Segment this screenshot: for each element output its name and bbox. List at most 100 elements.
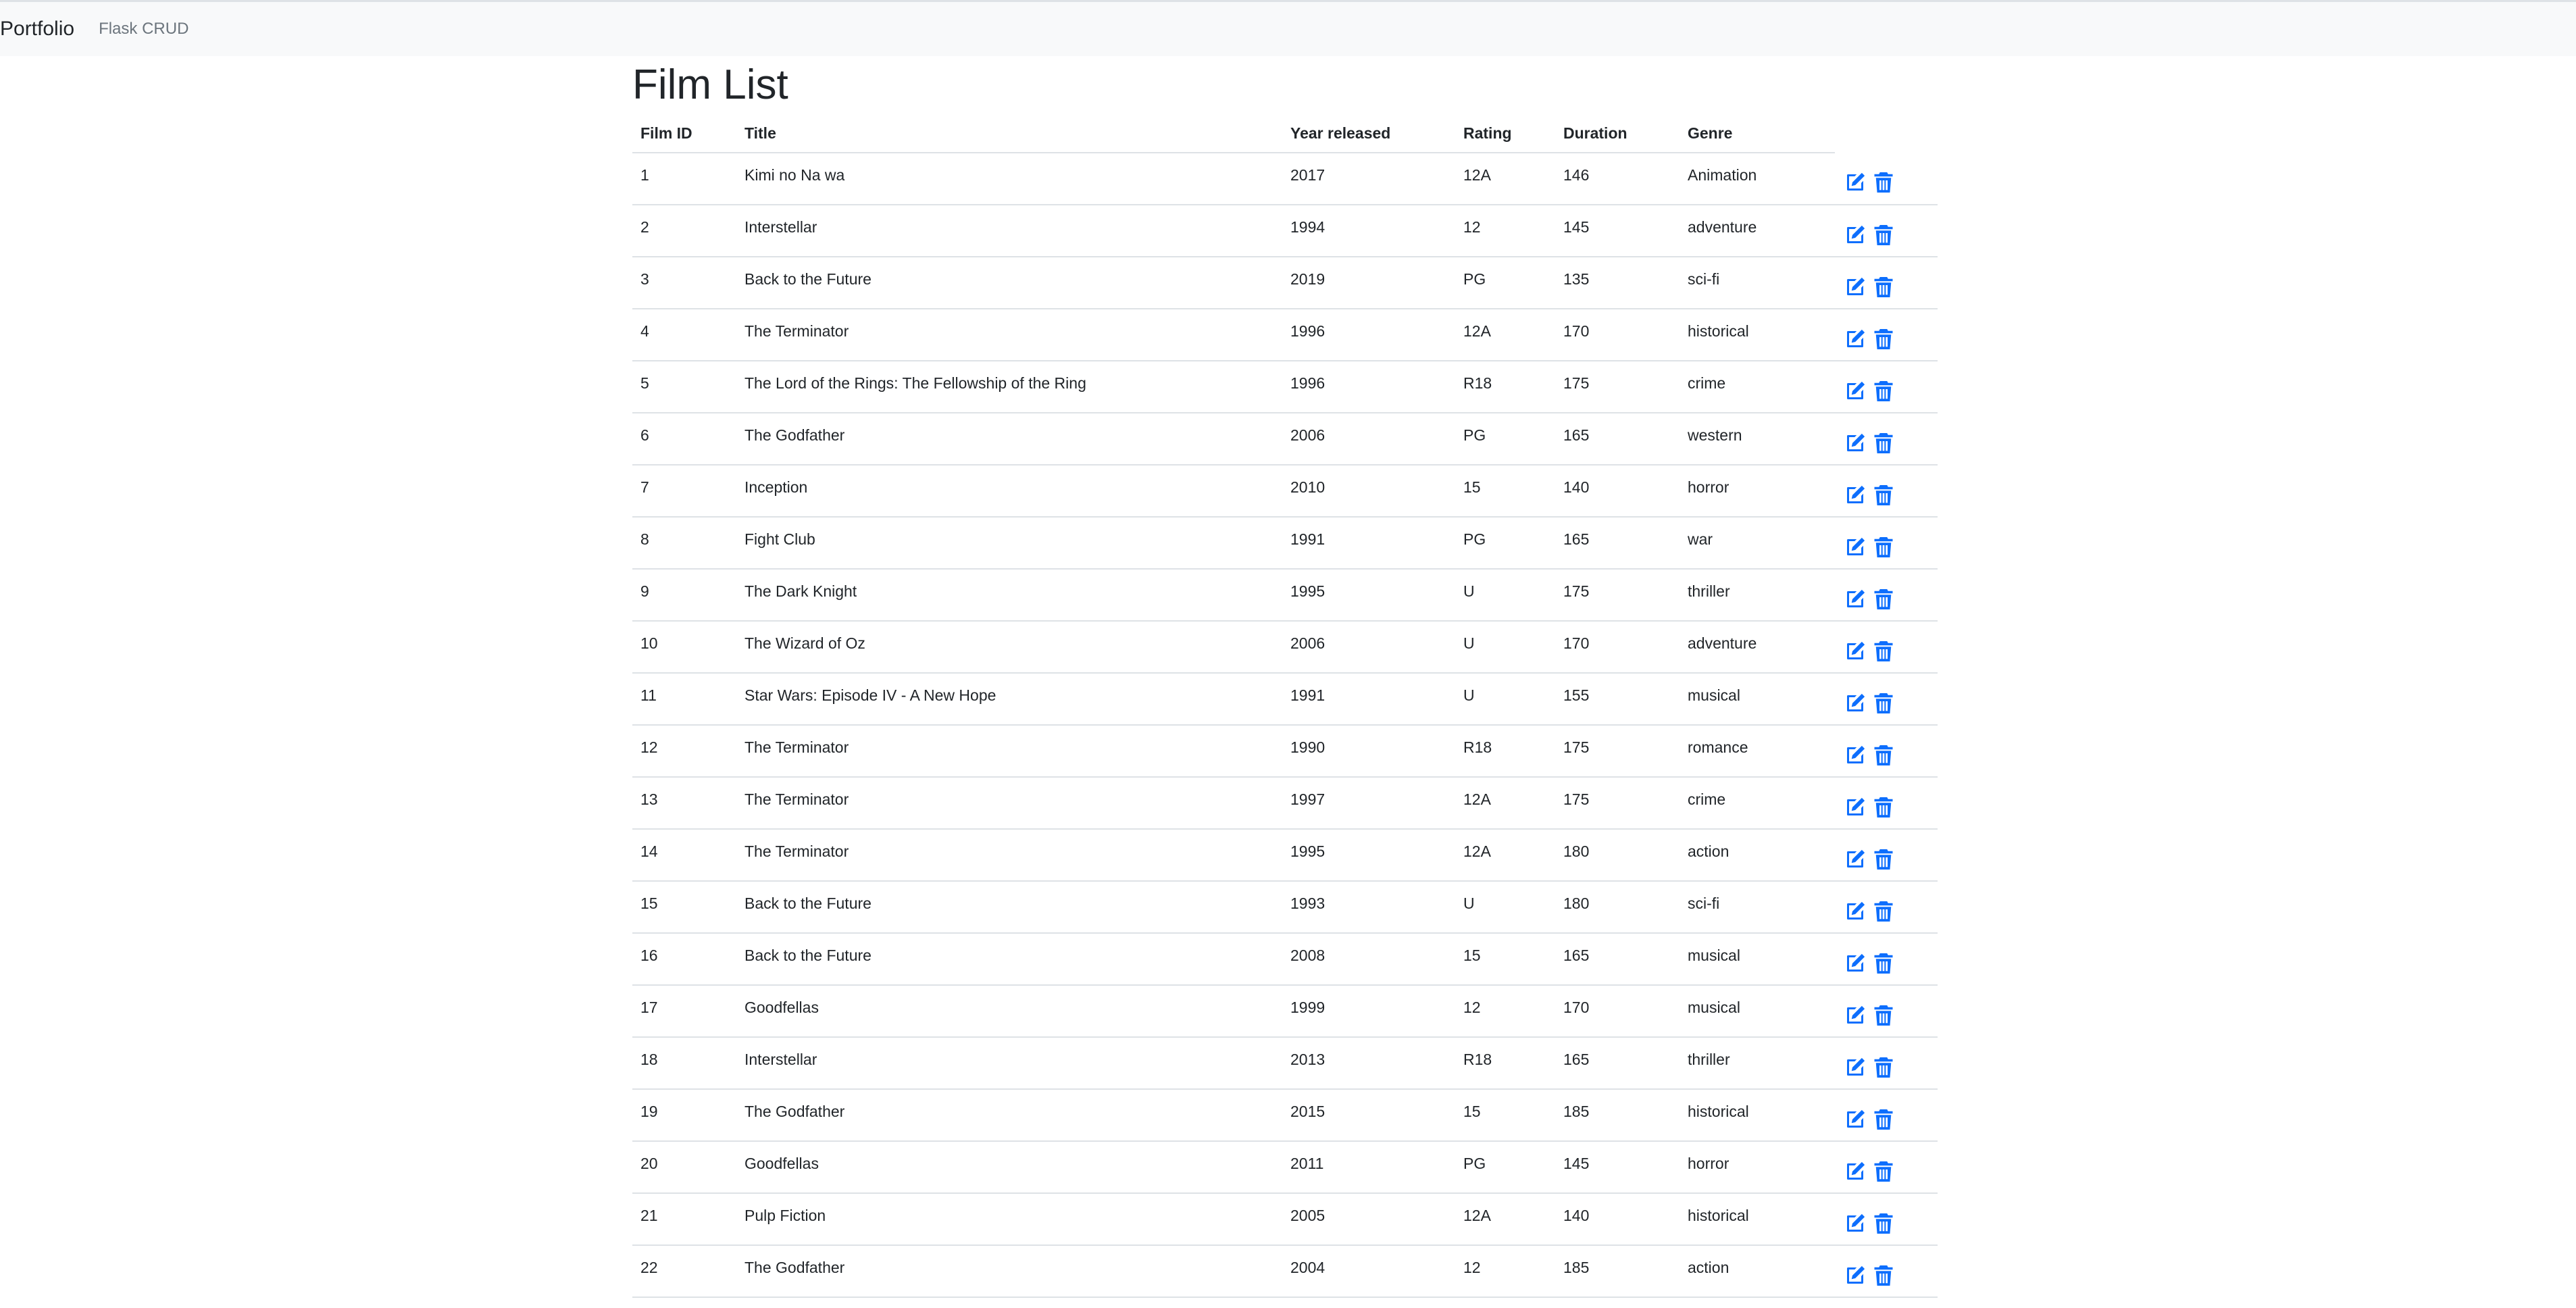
edit-icon[interactable] [1843,951,1867,976]
edit-icon[interactable] [1843,1003,1867,1028]
edit-icon[interactable] [1843,431,1867,455]
trash-icon[interactable] [1871,1003,1896,1028]
cell-genre: adventure [1680,205,1835,258]
page-title: Film List [632,61,788,108]
cell-title: The Godfather [736,1245,1282,1299]
cell-year-released: 1991 [1282,673,1455,726]
cell-genre: historical [1680,1193,1835,1247]
table-row: 7 Inception 2010 15 140 horror [632,465,1938,518]
main-content: Film List Film ID Title Year released Ra… [632,56,1946,1299]
edit-icon[interactable] [1843,587,1867,611]
edit-icon[interactable] [1843,1159,1867,1184]
trash-icon[interactable] [1871,847,1896,872]
trash-icon[interactable] [1871,1055,1896,1080]
edit-icon[interactable] [1843,379,1867,403]
edit-icon[interactable] [1843,1055,1867,1080]
trash-icon[interactable] [1871,431,1896,455]
edit-icon[interactable] [1843,691,1867,715]
edit-icon[interactable] [1843,483,1867,507]
cell-year-released: 1994 [1282,205,1455,258]
table-row: 19 The Godfather 2015 15 185 historical [632,1089,1938,1142]
cell-genre: adventure [1680,621,1835,674]
table-row: 10 The Wizard of Oz 2006 U 170 adventure [632,621,1938,674]
trash-icon[interactable] [1871,639,1896,663]
edit-icon[interactable] [1843,847,1867,872]
edit-icon[interactable] [1843,795,1867,820]
cell-rating: PG [1455,257,1555,310]
cell-year-released: 1996 [1282,309,1455,362]
trash-icon[interactable] [1871,795,1896,820]
trash-icon[interactable] [1871,1159,1896,1184]
trash-icon[interactable] [1871,743,1896,768]
cell-genre: sci-fi [1680,257,1835,310]
edit-icon[interactable] [1843,327,1867,351]
trash-icon[interactable] [1871,691,1896,715]
navbar-brand[interactable]: Portfolio [0,19,74,39]
edit-icon[interactable] [1843,170,1867,195]
row-actions [1835,361,1938,414]
trash-icon[interactable] [1871,587,1896,611]
cell-duration: 145 [1555,1141,1680,1194]
table-row: 20 Goodfellas 2011 PG 145 horror [632,1141,1938,1194]
cell-year-released: 1995 [1282,569,1455,622]
table-row: 22 The Godfather 2004 12 185 action [632,1245,1938,1299]
cell-title: The Lord of the Rings: The Fellowship of… [736,361,1282,414]
table-row: 15 Back to the Future 1993 U 180 sci-fi [632,881,1938,934]
row-actions [1835,933,1938,986]
trash-icon[interactable] [1871,1263,1896,1288]
edit-icon[interactable] [1843,1263,1867,1288]
cell-rating: PG [1455,413,1555,466]
cell-film-id: 15 [632,881,736,934]
trash-icon[interactable] [1871,951,1896,976]
trash-icon[interactable] [1871,483,1896,507]
trash-icon[interactable] [1871,170,1896,195]
trash-icon[interactable] [1871,899,1896,924]
row-actions [1835,1141,1938,1194]
cell-film-id: 4 [632,309,736,362]
edit-icon[interactable] [1843,1107,1867,1132]
cell-year-released: 2015 [1282,1089,1455,1142]
cell-film-id: 10 [632,621,736,674]
cell-rating: R18 [1455,725,1555,778]
cell-genre: crime [1680,777,1835,830]
cell-rating: 12A [1455,829,1555,882]
edit-icon[interactable] [1843,535,1867,559]
row-actions [1835,1089,1938,1142]
cell-rating: 12A [1455,777,1555,830]
cell-duration: 185 [1555,1245,1680,1299]
cell-film-id: 7 [632,465,736,518]
edit-icon[interactable] [1843,899,1867,924]
edit-icon[interactable] [1843,275,1867,299]
cell-year-released: 2013 [1282,1037,1455,1090]
cell-film-id: 16 [632,933,736,986]
nav-link-flask-crud[interactable]: Flask CRUD [99,20,188,39]
trash-icon[interactable] [1871,535,1896,559]
cell-film-id: 12 [632,725,736,778]
cell-title: The Godfather [736,1089,1282,1142]
edit-icon[interactable] [1843,743,1867,768]
table-row: 2 Interstellar 1994 12 145 adventure [632,205,1938,258]
table-row: 6 The Godfather 2006 PG 165 western [632,413,1938,466]
cell-duration: 165 [1555,413,1680,466]
trash-icon[interactable] [1871,1211,1896,1236]
row-actions [1835,1245,1938,1299]
cell-title: Star Wars: Episode IV - A New Hope [736,673,1282,726]
trash-icon[interactable] [1871,275,1896,299]
cell-title: The Wizard of Oz [736,621,1282,674]
row-actions [1835,309,1938,362]
edit-icon[interactable] [1843,223,1867,247]
edit-icon[interactable] [1843,639,1867,663]
cell-film-id: 20 [632,1141,736,1194]
cell-rating: PG [1455,1141,1555,1194]
cell-genre: historical [1680,1089,1835,1142]
trash-icon[interactable] [1871,379,1896,403]
cell-film-id: 9 [632,569,736,622]
trash-icon[interactable] [1871,1107,1896,1132]
row-actions [1835,881,1938,934]
header-film-id: Film ID [632,114,736,154]
trash-icon[interactable] [1871,223,1896,247]
cell-film-id: 22 [632,1245,736,1299]
table-header-row: Film ID Title Year released Rating Durat… [632,114,1938,154]
edit-icon[interactable] [1843,1211,1867,1236]
trash-icon[interactable] [1871,327,1896,351]
